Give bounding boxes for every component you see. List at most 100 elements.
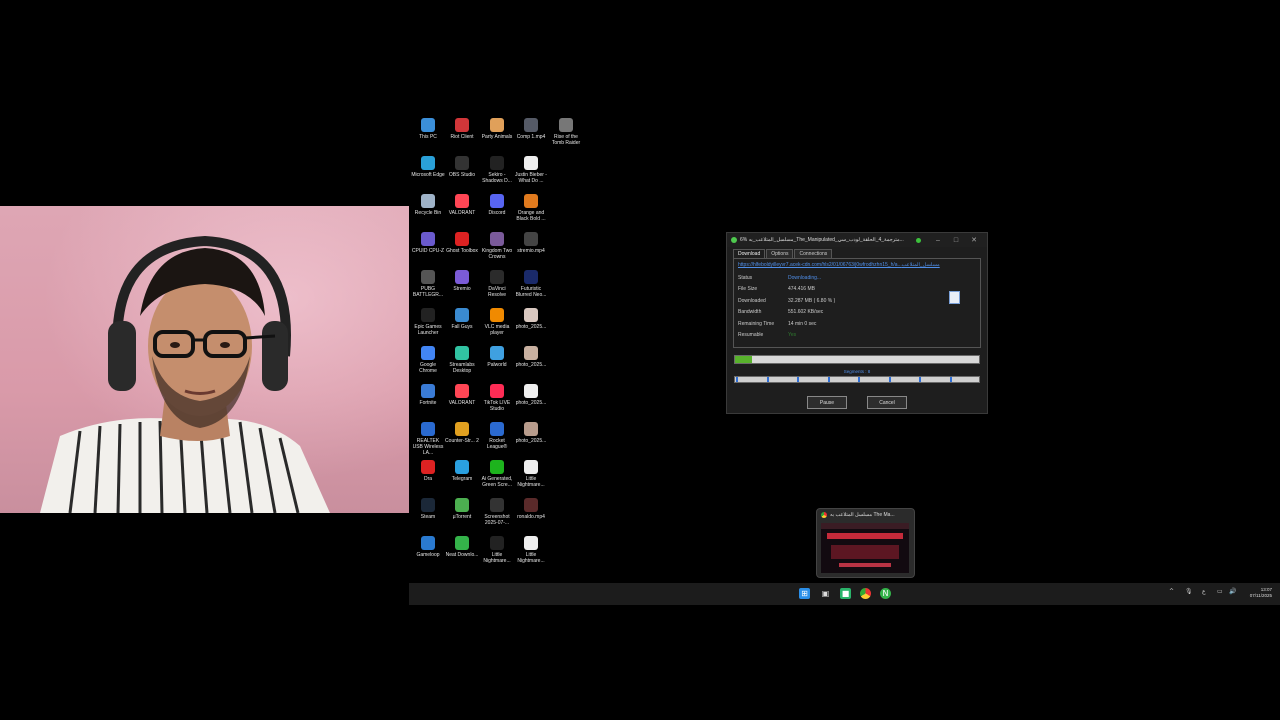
desktop-icon-label: Fortnite	[419, 400, 437, 406]
desktop-icon[interactable]: Comp 1.mp4	[514, 118, 548, 140]
volume-icon[interactable]: 🔊	[1229, 588, 1236, 595]
desktop-icon[interactable]: Discord	[480, 194, 514, 216]
desktop-icon[interactable]: Screenshot 2025-07-...	[480, 498, 514, 526]
ghost-icon	[455, 232, 469, 246]
desktop-icon[interactable]: Kingdom Two Crowns	[480, 232, 514, 260]
desktop-icon[interactable]: photo_2025...	[514, 384, 548, 406]
desktop-icon[interactable]: Rise of the Tomb Raider	[549, 118, 583, 146]
desktop-icon-label: Dra	[423, 476, 433, 482]
desktop-icon[interactable]: Google Chrome	[411, 346, 445, 374]
file-icon	[524, 536, 538, 550]
video-thumb-icon	[524, 498, 538, 512]
network-icon[interactable]: ▭	[1217, 588, 1223, 595]
dialog-titlebar[interactable]: 6% مسلسل_المتلاعب_به_The_Manipulated_متر…	[727, 233, 987, 247]
desktop-icon[interactable]: Riot Client	[445, 118, 479, 140]
desktop-icon[interactable]: Neat Downlo...	[445, 536, 479, 558]
utorrent-icon	[455, 498, 469, 512]
remaining-time-label: Remaining Time	[738, 320, 775, 327]
taskbar-window-preview[interactable]: مسلسل المتلاعب به The Ma...	[816, 508, 915, 578]
desktop-icon-label: Google Chrome	[419, 362, 437, 374]
obs-icon	[455, 156, 469, 170]
desktop-icon[interactable]: Ghost Toolbox	[445, 232, 479, 254]
preview-thumbnail	[821, 523, 909, 573]
desktop-icon[interactable]: photo_2025...	[514, 346, 548, 368]
desktop-icon[interactable]: ronaldo.mp4	[514, 498, 548, 520]
tab-options[interactable]: Options	[766, 249, 794, 258]
chrome-icon[interactable]	[860, 588, 871, 599]
maximize-button[interactable]: □	[947, 237, 965, 244]
desktop-icon[interactable]: This PC	[411, 118, 445, 140]
chevron-up-icon[interactable]: ^	[1169, 588, 1174, 595]
desktop-icon-label: photo_2025...	[515, 362, 547, 368]
desktop-icon[interactable]: µTorrent	[445, 498, 479, 520]
desktop-icon[interactable]: Futuristic Blurred Neo...	[514, 270, 548, 298]
desktop-icon[interactable]: Fall Guys	[445, 308, 479, 330]
pause-button[interactable]: Pause	[807, 396, 847, 409]
desktop-icon[interactable]: Microsoft Edge	[411, 156, 445, 178]
davinci-icon	[490, 270, 504, 284]
desktop-icon[interactable]: CPUID CPU-Z	[411, 232, 445, 254]
desktop-icon[interactable]: Justin Bieber - What Do ...	[514, 156, 548, 184]
desktop-icon[interactable]: Counter-Str... 2	[445, 422, 479, 444]
start-windows-icon[interactable]: ⊞	[799, 588, 810, 599]
desktop-icon[interactable]: photo_2025...	[514, 308, 548, 330]
desktop-icon[interactable]: Telegram	[445, 460, 479, 482]
neat-download-icon[interactable]: N	[880, 588, 891, 599]
photo-icon	[524, 422, 538, 436]
desktop-icon[interactable]: Little Nightmare...	[514, 460, 548, 488]
chrome-icon	[421, 346, 435, 360]
minimize-button[interactable]: –	[929, 237, 947, 244]
file-size-row: File Size 474.416 MB	[738, 284, 976, 296]
desktop-icon[interactable]: VALORANT	[445, 384, 479, 406]
desktop-icon[interactable]: Rocket League®	[480, 422, 514, 450]
desktop-icon[interactable]: Epic Games Launcher	[411, 308, 445, 336]
desktop-icon[interactable]: Little Nightmare...	[480, 536, 514, 564]
desktop-icon[interactable]: Fortnite	[411, 384, 445, 406]
desktop-icon[interactable]: PUBG BATTLEGR...	[411, 270, 445, 298]
telegram-icon	[455, 460, 469, 474]
desktop-icon-label: Orange and Black Bold ...	[516, 210, 546, 222]
valorant-icon	[455, 194, 469, 208]
desktop-icon[interactable]: Dra	[411, 460, 445, 482]
streamlabs-icon	[455, 346, 469, 360]
desktop-icon[interactable]: Palworld	[480, 346, 514, 368]
desktop-icon[interactable]: VALORANT	[445, 194, 479, 216]
clock[interactable]: 13:07 07/11/2025	[1250, 587, 1272, 599]
desktop-icon[interactable]: Party Animals	[480, 118, 514, 140]
cancel-button[interactable]: Cancel	[867, 396, 907, 409]
desktop-icon[interactable]: Steam	[411, 498, 445, 520]
desktop-icon[interactable]: Ai Generated, Green Scre...	[480, 460, 514, 488]
desktop-icon-label: Telegram	[451, 476, 473, 482]
image-icon	[524, 194, 538, 208]
desktop-icon[interactable]: Gameloop	[411, 536, 445, 558]
desktop-icon[interactable]: OBS Studio	[445, 156, 479, 178]
tab-connections[interactable]: Connections	[794, 249, 833, 258]
desktop-icon[interactable]: Stremio	[445, 270, 479, 292]
tab-download[interactable]: Download	[733, 249, 766, 258]
realtek-icon	[421, 422, 435, 436]
desktop-icon[interactable]: Little Nightmare...	[514, 536, 548, 564]
desktop-icon[interactable]: VLC media player	[480, 308, 514, 336]
status-label: Status	[738, 274, 753, 281]
streamlabs-icon[interactable]: ■	[840, 588, 851, 599]
language-indicator-icon[interactable]: ع	[1202, 588, 1206, 595]
desktop-icon-label: DaVinci Resolve	[487, 286, 507, 298]
desktop-icon[interactable]: stremio.mp4	[514, 232, 548, 254]
desktop-icon[interactable]: Sekiro - Shadows D...	[480, 156, 514, 184]
close-button[interactable]: ✕	[965, 236, 983, 244]
desktop-icon[interactable]: photo_2025...	[514, 422, 548, 444]
desktop-icon[interactable]: Recycle Bin	[411, 194, 445, 216]
desktop-icon[interactable]: REALTEK USB Wireless LA...	[411, 422, 445, 456]
desktop-icon[interactable]: Streamlabs Desktop	[445, 346, 479, 374]
downloaded-label: Downloaded	[738, 297, 766, 304]
file-size-label: File Size	[738, 286, 758, 293]
desktop-icon-label: µTorrent	[452, 514, 472, 520]
status-row: Status Downloading...	[738, 272, 976, 284]
desktop-icon[interactable]: Orange and Black Bold ...	[514, 194, 548, 222]
download-url-link[interactable]: https://hlfeboldyilleyvr7.acek-cdn.com/h…	[738, 262, 976, 268]
microphone-icon[interactable]: 🎙	[1185, 588, 1193, 595]
task-view-icon[interactable]: ▣	[820, 588, 831, 599]
desktop-icon[interactable]: TikTok LIVE Studio	[480, 384, 514, 412]
desktop-icon[interactable]: DaVinci Resolve	[480, 270, 514, 298]
desktop-icon-label: Microsoft Edge	[411, 172, 445, 178]
